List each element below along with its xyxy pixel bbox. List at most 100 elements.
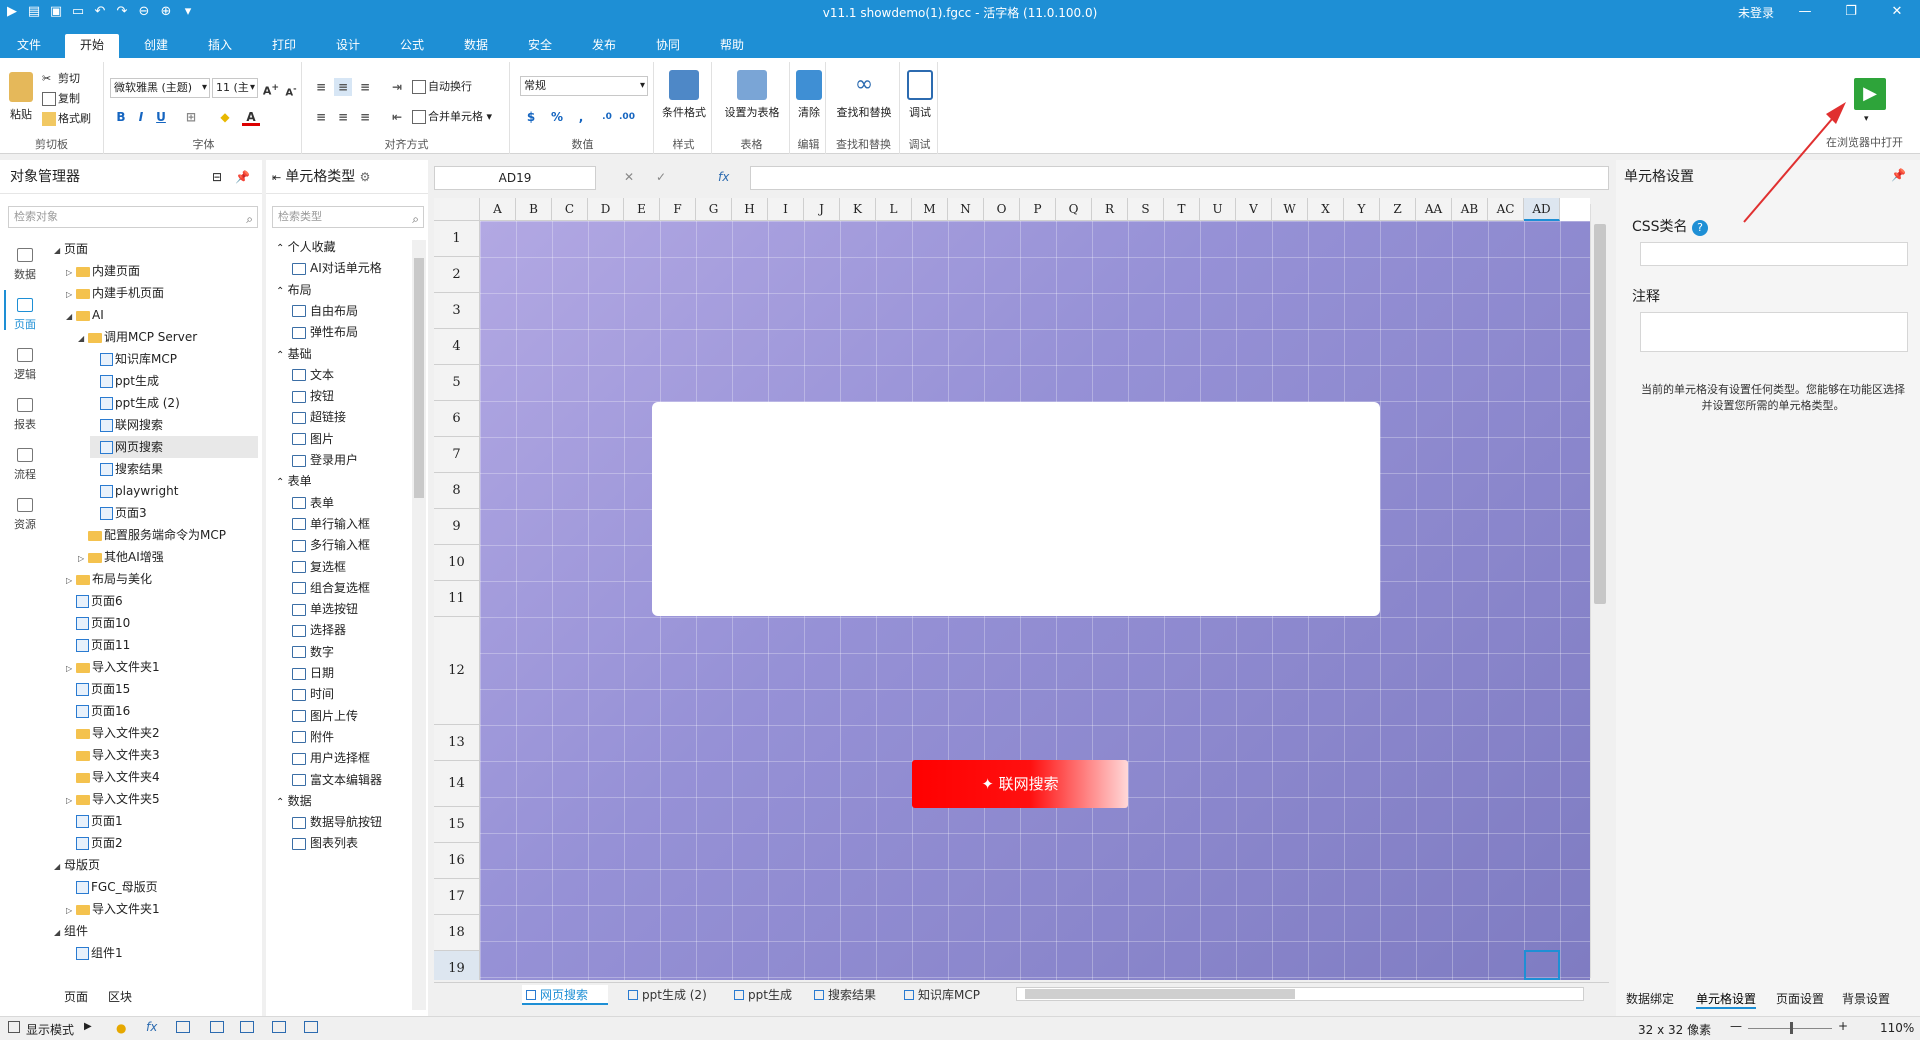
column-header[interactable]: AA [1416, 198, 1452, 221]
column-header[interactable]: Q [1056, 198, 1092, 221]
tab-home[interactable]: 开始 [65, 34, 119, 58]
cancel-icon[interactable]: ✕ [624, 170, 634, 184]
sheet-tab-web-search[interactable]: 网页搜索 [522, 985, 608, 1005]
row-header[interactable]: 10 [434, 545, 480, 581]
tree-item[interactable]: 页面11 [66, 634, 258, 656]
row-header[interactable]: 18 [434, 915, 480, 951]
column-header[interactable]: N [948, 198, 984, 221]
zoom-in-button[interactable]: + [1838, 1019, 1848, 1033]
row-header[interactable]: 17 [434, 879, 480, 915]
column-header[interactable]: V [1236, 198, 1272, 221]
column-header[interactable]: G [696, 198, 732, 221]
tab-print[interactable]: 打印 [257, 34, 311, 58]
merge-cells-button[interactable]: 合并单元格 ▾ [412, 108, 492, 124]
cell-type-item[interactable]: 表单 [292, 492, 334, 514]
cell-type-item[interactable]: 时间 [292, 683, 334, 705]
display-mode-dropdown-icon[interactable]: ▶ [84, 1021, 92, 1032]
tree-item[interactable]: ◢ 调用MCP Server [78, 326, 258, 348]
column-header[interactable]: AD [1524, 198, 1560, 221]
cell-type-category[interactable]: ⌃ 表单 [276, 470, 312, 492]
cell-types-scrollbar[interactable] [412, 240, 426, 1010]
nav-reports[interactable]: 报表 [0, 390, 50, 440]
shrink-font-icon[interactable]: A- [282, 79, 300, 98]
row-header[interactable]: 11 [434, 581, 480, 617]
fill-color-icon[interactable]: ◆ [216, 108, 234, 126]
expand-icon[interactable]: ▷ [66, 658, 76, 680]
sheet-tab-ppt2[interactable]: ppt生成 (2) [624, 985, 720, 1005]
cell-type-item[interactable]: 文本 [292, 364, 334, 386]
cell-type-item[interactable]: 附件 [292, 726, 334, 748]
collapse-icon[interactable]: ◢ [54, 240, 64, 262]
column-header[interactable]: F [660, 198, 696, 221]
tree-item[interactable]: ◢ 母版页 [54, 854, 258, 876]
formula-input[interactable] [750, 166, 1609, 190]
expand-icon[interactable]: ▷ [78, 548, 88, 570]
column-header[interactable]: Y [1344, 198, 1380, 221]
css-class-input[interactable] [1640, 242, 1908, 266]
row-header[interactable]: 7 [434, 437, 480, 473]
expand-icon[interactable]: ▷ [66, 790, 76, 812]
tab-file[interactable]: 文件 [2, 34, 56, 58]
sheet-vertical-scrollbar[interactable] [1590, 204, 1608, 978]
column-header[interactable]: H [732, 198, 768, 221]
search-content-container[interactable] [652, 402, 1380, 616]
grid-icon[interactable] [240, 1021, 254, 1033]
zoom-out-button[interactable]: — [1730, 1019, 1742, 1033]
outdent-icon[interactable]: ⇤ [388, 108, 406, 126]
table-icon[interactable] [272, 1021, 286, 1033]
indent-icon[interactable]: ⇥ [388, 78, 406, 96]
tree-item[interactable]: 网页搜索 [90, 436, 258, 458]
tree-item[interactable]: 配置服务端命令为MCP [78, 524, 258, 546]
format-painter-button[interactable]: 格式刷 [42, 110, 91, 126]
cell-type-item[interactable]: 组合复选框 [292, 577, 370, 599]
row-header[interactable]: 15 [434, 807, 480, 843]
tab-collab[interactable]: 协同 [641, 34, 695, 58]
column-header[interactable]: A [480, 198, 516, 221]
cell-type-item[interactable]: 数据导航按钮 [292, 811, 382, 833]
increase-decimal-icon[interactable]: .0 [598, 108, 616, 126]
cell-type-item[interactable]: 按钮 [292, 385, 334, 407]
cell-type-item[interactable]: 单行输入框 [292, 513, 370, 535]
set-as-table-button[interactable]: 设置为表格 [716, 70, 788, 120]
cell-type-item[interactable]: 超链接 [292, 406, 346, 428]
close-button[interactable]: ✕ [1874, 0, 1920, 24]
tree-item[interactable]: 导入文件夹2 [66, 722, 258, 744]
function-icon[interactable]: fx [146, 1020, 157, 1034]
tree-item[interactable]: 页面10 [66, 612, 258, 634]
expand-icon[interactable]: ▷ [66, 570, 76, 592]
align-bottom-icon[interactable]: ≡ [356, 78, 374, 96]
sheet-tab-kb-mcp[interactable]: 知识库MCP [900, 985, 986, 1005]
row-header[interactable]: 14 [434, 761, 480, 807]
column-header[interactable]: U [1200, 198, 1236, 221]
comma-button[interactable]: , [572, 108, 590, 126]
tab-create[interactable]: 创建 [129, 34, 183, 58]
minimize-button[interactable]: — [1782, 0, 1828, 24]
cell-type-item[interactable]: AI对话单元格 [292, 257, 382, 279]
font-size-select[interactable]: 11 (主 [212, 78, 258, 98]
login-status[interactable]: 未登录 [1738, 4, 1774, 21]
zoom-slider-thumb[interactable] [1790, 1022, 1793, 1034]
tab-pages-bottom[interactable]: 页面 [64, 988, 88, 1005]
tab-page-settings[interactable]: 页面设置 [1776, 990, 1824, 1007]
column-header[interactable]: O [984, 198, 1020, 221]
cell-type-item[interactable]: 富文本编辑器 [292, 769, 382, 791]
tab-insert[interactable]: 插入 [193, 34, 247, 58]
sheet-tab-search-results[interactable]: 搜索结果 [810, 985, 890, 1005]
tab-background-settings[interactable]: 背景设置 [1842, 990, 1890, 1007]
grow-font-icon[interactable]: A+ [262, 79, 280, 98]
tree-item[interactable]: ppt生成 (2) [90, 392, 258, 414]
percent-button[interactable]: % [548, 108, 566, 126]
nav-resources[interactable]: 资源 [0, 490, 50, 540]
clear-button[interactable]: 清除 [794, 70, 824, 120]
tree-item[interactable]: ◢ 页面 [54, 238, 258, 260]
find-replace-button[interactable]: ∞ 查找和替换 [830, 70, 898, 120]
type-search-input[interactable]: 检索类型 ⌕ [272, 206, 424, 228]
tree-item[interactable]: ▷ 导入文件夹5 [66, 788, 258, 810]
conditional-format-button[interactable]: 条件格式 [658, 70, 710, 120]
font-color-icon[interactable]: A [242, 108, 260, 126]
collapse-icon[interactable]: ◢ [54, 922, 64, 944]
sheet-horizontal-scrollbar[interactable] [1016, 987, 1584, 1001]
tree-item[interactable]: 页面3 [90, 502, 258, 524]
paste-button[interactable]: 粘贴 [4, 72, 38, 122]
tab-data-binding[interactable]: 数据绑定 [1626, 990, 1674, 1007]
